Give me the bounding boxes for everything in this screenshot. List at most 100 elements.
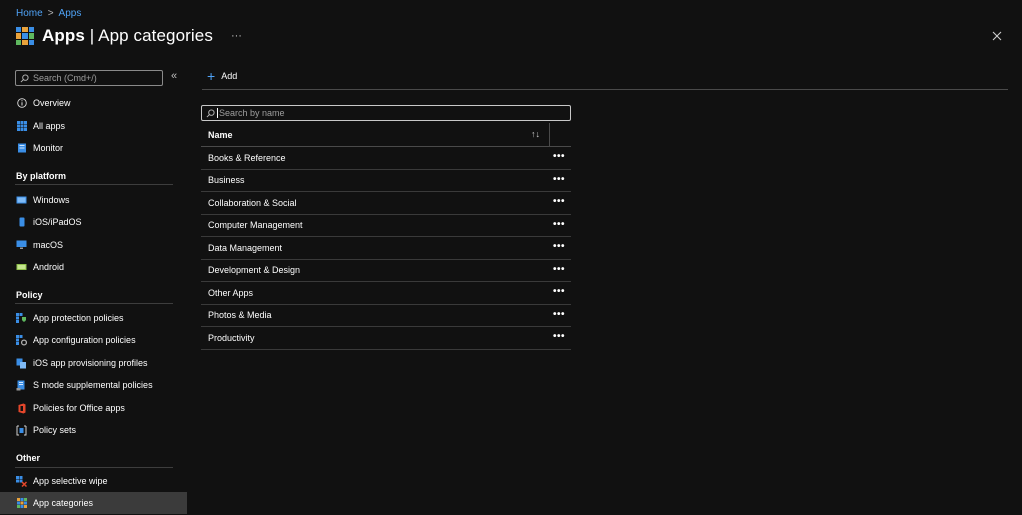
- sidebar-item-windows[interactable]: Windows: [0, 189, 187, 211]
- sidebar-item-label: iOS/iPadOS: [33, 217, 82, 227]
- sidebar-item-label: App categories: [33, 498, 94, 508]
- app-categories-icon: [16, 498, 27, 509]
- breadcrumb: Home > Apps: [16, 8, 81, 19]
- windows-icon: [16, 195, 27, 206]
- sidebar-item-macos[interactable]: macOS: [0, 234, 187, 256]
- table-row[interactable]: Development & Design •••: [201, 260, 571, 282]
- sidebar-item-office-policies[interactable]: Policies for Office apps: [0, 397, 187, 419]
- apps-grid-icon: [16, 27, 34, 45]
- sidebar: Search (Cmd+/) « Overview All apps Monit…: [0, 64, 187, 515]
- sidebar-item-app-protection[interactable]: App protection policies: [0, 307, 187, 329]
- section-by-platform: By platform: [16, 171, 67, 181]
- sidebar-item-android[interactable]: Android: [0, 256, 187, 278]
- category-name: Photos & Media: [208, 310, 272, 321]
- row-more-options-icon[interactable]: •••: [552, 330, 566, 344]
- page-title: Apps | App categories: [42, 26, 213, 46]
- sidebar-item-overview[interactable]: Overview: [0, 92, 187, 114]
- table-row[interactable]: Business •••: [201, 170, 571, 192]
- plus-icon: +: [207, 68, 216, 84]
- policy-sets-icon: [16, 425, 27, 436]
- row-more-options-icon[interactable]: •••: [552, 150, 566, 164]
- macos-icon: [16, 240, 27, 251]
- page-header: Apps | App categories ···: [16, 26, 242, 46]
- sidebar-item-label: App protection policies: [33, 313, 124, 323]
- breadcrumb-apps-link[interactable]: Apps: [59, 8, 82, 19]
- table-row[interactable]: Collaboration & Social •••: [201, 192, 571, 215]
- provisioning-icon: [16, 358, 27, 369]
- table-row[interactable]: Photos & Media •••: [201, 305, 571, 327]
- ios-icon: [16, 217, 27, 228]
- s-mode-icon: [16, 380, 27, 391]
- sidebar-item-ios-provisioning[interactable]: iOS app provisioning profiles: [0, 352, 187, 374]
- search-icon: [20, 73, 29, 82]
- app-protection-icon: [16, 312, 27, 324]
- sidebar-item-label: App configuration policies: [33, 335, 136, 345]
- category-name: Collaboration & Social: [208, 197, 297, 208]
- page-title-bold: Apps: [42, 26, 85, 45]
- table-header: Name ↑↓: [201, 123, 571, 147]
- page-title-rest: | App categories: [84, 26, 213, 45]
- sidebar-search-placeholder: Search (Cmd+/): [33, 73, 97, 83]
- sort-icon[interactable]: ↑↓: [531, 129, 540, 139]
- sidebar-item-label: Policies for Office apps: [33, 403, 125, 413]
- sidebar-item-app-configuration[interactable]: App configuration policies: [0, 329, 187, 351]
- sidebar-search-input[interactable]: Search (Cmd+/): [15, 70, 163, 86]
- sidebar-item-policy-sets[interactable]: Policy sets: [0, 419, 187, 441]
- office-icon: [16, 403, 27, 414]
- row-more-options-icon[interactable]: •••: [552, 285, 566, 299]
- table-row[interactable]: Productivity •••: [201, 327, 571, 350]
- row-more-options-icon[interactable]: •••: [552, 240, 566, 254]
- collapse-sidebar-button[interactable]: «: [171, 70, 177, 82]
- divider: [15, 467, 173, 468]
- search-by-name-placeholder: Search by name: [219, 108, 285, 118]
- section-other: Other: [16, 453, 41, 463]
- command-bar: + Add: [202, 64, 1008, 90]
- sidebar-item-app-categories[interactable]: App categories: [0, 492, 187, 514]
- sidebar-item-label: iOS app provisioning profiles: [33, 358, 148, 368]
- category-name: Computer Management: [208, 220, 303, 231]
- table-row[interactable]: Computer Management •••: [201, 215, 571, 237]
- categories-table: Name ↑↓ Books & Reference ••• Business ••• C…: [201, 123, 571, 350]
- sidebar-item-ios[interactable]: iOS/iPadOS: [0, 211, 187, 233]
- section-policy: Policy: [16, 290, 43, 300]
- sidebar-item-label: Overview: [33, 98, 71, 108]
- row-more-options-icon[interactable]: •••: [552, 173, 566, 187]
- info-icon: [16, 98, 27, 109]
- header-more-button[interactable]: ···: [231, 30, 242, 42]
- category-name: Development & Design: [208, 265, 301, 276]
- close-icon[interactable]: [990, 29, 1004, 43]
- sidebar-item-app-selective-wipe[interactable]: App selective wipe: [0, 470, 187, 492]
- app-configuration-icon: [16, 334, 27, 346]
- row-more-options-icon[interactable]: •••: [552, 195, 566, 209]
- sidebar-item-label: Android: [33, 262, 65, 272]
- row-more-options-icon[interactable]: •••: [552, 263, 566, 277]
- column-header-name[interactable]: Name: [201, 130, 233, 140]
- selective-wipe-icon: [16, 475, 27, 487]
- add-button[interactable]: + Add: [207, 68, 238, 84]
- category-name: Productivity: [208, 332, 255, 343]
- sidebar-item-s-mode[interactable]: S mode supplemental policies: [0, 374, 187, 396]
- category-name: Other Apps: [208, 287, 254, 298]
- breadcrumb-separator: >: [47, 8, 54, 19]
- breadcrumb-home-link[interactable]: Home: [16, 8, 43, 19]
- row-more-options-icon[interactable]: •••: [552, 218, 566, 232]
- category-name: Business: [208, 175, 245, 186]
- add-button-label: Add: [221, 71, 238, 81]
- sidebar-item-label: S mode supplemental policies: [33, 380, 153, 390]
- table-row[interactable]: Books & Reference •••: [201, 147, 571, 170]
- table-row[interactable]: Data Management •••: [201, 237, 571, 260]
- sidebar-item-all-apps[interactable]: All apps: [0, 115, 187, 137]
- category-name: Data Management: [208, 242, 283, 253]
- row-more-options-icon[interactable]: •••: [552, 308, 566, 322]
- text-cursor: [217, 108, 218, 118]
- grid-icon: [16, 121, 27, 132]
- sidebar-item-monitor[interactable]: Monitor: [0, 137, 187, 159]
- category-name: Books & Reference: [208, 152, 286, 163]
- column-divider[interactable]: [549, 123, 550, 147]
- sidebar-item-label: Windows: [33, 195, 70, 205]
- table-row[interactable]: Other Apps •••: [201, 282, 571, 305]
- sidebar-item-label: App selective wipe: [33, 476, 108, 486]
- search-by-name-input[interactable]: Search by name: [201, 105, 571, 121]
- divider: [15, 303, 173, 304]
- sidebar-item-label: macOS: [33, 240, 64, 250]
